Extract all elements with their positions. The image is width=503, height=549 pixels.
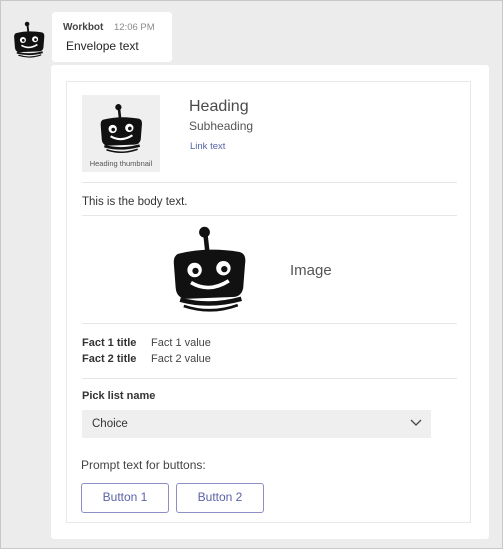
pick-list-select[interactable]: Choice <box>82 410 431 438</box>
buttons-prompt: Prompt text for buttons: <box>81 458 206 472</box>
fact-value: Fact 2 value <box>151 353 211 365</box>
divider <box>82 323 457 324</box>
button-1[interactable]: Button 1 <box>81 483 169 513</box>
message-timestamp: 12:06 PM <box>114 22 155 33</box>
envelope-text: Envelope text <box>66 39 139 53</box>
pick-list-label: Pick list name <box>82 390 156 402</box>
sender-name: Workbot <box>63 22 104 33</box>
chevron-down-icon <box>410 419 422 426</box>
fact-title: Fact 2 title <box>82 353 137 365</box>
fact-value: Fact 1 value <box>151 337 211 349</box>
image-label: Image <box>290 262 332 279</box>
card-subheading: Subheading <box>189 119 254 133</box>
card-link[interactable]: Link text <box>190 141 225 152</box>
thumbnail-caption: Heading thumbnail <box>89 159 153 168</box>
adaptive-card: Heading thumbnail Heading Subheading Lin… <box>66 81 471 523</box>
image-robot-icon <box>164 225 254 315</box>
pick-list-value: Choice <box>92 418 128 430</box>
attachment-card: Heading thumbnail Heading Subheading Lin… <box>51 65 489 539</box>
body-text: This is the body text. <box>82 196 188 208</box>
envelope-message: Workbot 12:06 PM Envelope text <box>52 12 172 62</box>
divider <box>82 378 457 379</box>
button-2[interactable]: Button 2 <box>176 483 264 513</box>
divider <box>82 182 457 183</box>
fact-title: Fact 1 title <box>82 337 137 349</box>
heading-thumbnail: Heading thumbnail <box>82 95 160 172</box>
bot-avatar-robot-icon <box>10 19 48 61</box>
card-heading: Heading <box>189 98 249 115</box>
thumbnail-robot-icon <box>95 103 147 155</box>
divider <box>82 215 457 216</box>
